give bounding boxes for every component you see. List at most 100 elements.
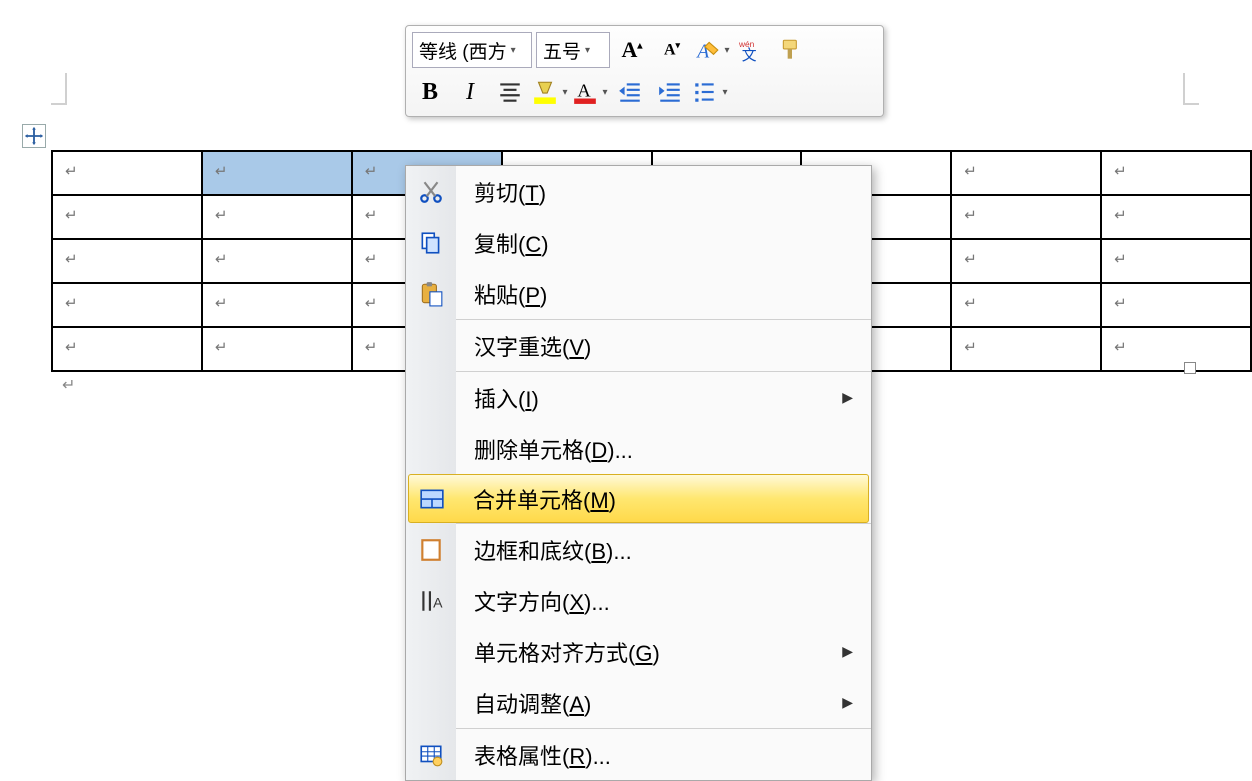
table-cell[interactable]: ↵↵: [1101, 327, 1251, 371]
merge-cells-icon: [419, 486, 445, 512]
menu-paste-key: P: [525, 283, 540, 308]
menu-text-direction[interactable]: A 文字方向(X)...: [406, 575, 871, 626]
ellipsis: ...: [593, 744, 611, 769]
increase-indent-icon: [657, 79, 683, 105]
menu-paste-label: 粘贴: [474, 283, 518, 308]
shrink-font-icon: A▾: [664, 40, 680, 59]
copy-icon: [418, 230, 444, 256]
svg-text:文: 文: [742, 47, 757, 63]
menu-insert-key: I: [525, 387, 531, 412]
bold-button[interactable]: B: [412, 75, 448, 109]
table-resize-handle[interactable]: [1184, 362, 1196, 374]
cut-icon: [418, 179, 444, 205]
table-cell[interactable]: ↵: [52, 195, 202, 239]
svg-text:A: A: [578, 80, 592, 100]
pinyin-icon: wén 文: [739, 37, 765, 63]
italic-button[interactable]: I: [452, 75, 488, 109]
decrease-indent-icon: [617, 79, 643, 105]
menu-autofit-label: 自动调整: [474, 692, 562, 717]
chevron-down-icon: ▾: [602, 87, 607, 98]
table-cell[interactable]: ↵: [52, 283, 202, 327]
menu-insert[interactable]: 插入(I) ▶: [406, 372, 871, 423]
menu-borders-key: B: [591, 539, 606, 564]
chevron-down-icon: ▾: [724, 45, 729, 56]
menu-delete-cells[interactable]: 删除单元格(D)...: [406, 423, 871, 474]
chevron-down-icon: ▾: [511, 45, 516, 56]
table-cell[interactable]: ↵: [202, 283, 352, 327]
font-name-value: 等线 (西方: [419, 37, 507, 64]
menu-borders-shading[interactable]: 边框和底纹(B)...: [406, 524, 871, 575]
menu-delete-cells-key: D: [591, 438, 607, 463]
table-cell[interactable]: ↵: [951, 283, 1101, 327]
table-props-icon: [418, 742, 444, 768]
menu-merge-cells[interactable]: 合并单元格(M): [408, 474, 869, 523]
increase-indent-button[interactable]: [652, 75, 688, 109]
submenu-arrow-icon: ▶: [842, 694, 853, 711]
menu-table-props-key: R: [569, 744, 585, 769]
center-align-icon: [497, 79, 523, 105]
table-cell[interactable]: ↵↵: [1101, 283, 1251, 327]
font-size-select[interactable]: 五号 ▾: [536, 32, 610, 68]
menu-cell-alignment-label: 单元格对齐方式: [474, 641, 628, 666]
format-painter-button[interactable]: [774, 33, 810, 67]
font-size-value: 五号: [543, 37, 581, 64]
menu-cell-alignment-key: G: [635, 641, 652, 666]
menu-cut[interactable]: 剪切(T): [406, 166, 871, 217]
table-cell[interactable]: ↵↵: [1101, 239, 1251, 283]
decrease-indent-button[interactable]: [612, 75, 648, 109]
table-cell[interactable]: ↵: [52, 239, 202, 283]
shrink-font-button[interactable]: A▾: [654, 33, 690, 67]
format-painter-icon: [779, 37, 805, 63]
pinyin-guide-button[interactable]: wén 文: [734, 33, 770, 67]
bold-icon: B: [422, 79, 438, 106]
font-color-button[interactable]: A ▾: [572, 75, 608, 109]
menu-text-direction-label: 文字方向: [474, 590, 562, 615]
bullets-button[interactable]: ▾: [692, 75, 728, 109]
font-name-select[interactable]: 等线 (西方 ▾: [412, 32, 532, 68]
menu-reconvert-label: 汉字重选: [474, 335, 562, 360]
menu-text-direction-key: X: [569, 590, 584, 615]
table-move-handle[interactable]: [22, 124, 46, 148]
context-menu: 剪切(T) 复制(C) 粘贴(P) 汉字重选(V) 插入(I) ▶: [405, 165, 872, 781]
menu-reconvert[interactable]: 汉字重选(V): [406, 320, 871, 371]
ruler-corner-right: [1183, 73, 1199, 105]
table-cell[interactable]: ↵: [951, 327, 1101, 371]
mini-toolbar: 等线 (西方 ▾ 五号 ▾ A▴ A▾ A ▾ wén 文: [405, 25, 884, 117]
table-cell[interactable]: ↵: [951, 195, 1101, 239]
table-cell[interactable]: ↵↵: [1101, 195, 1251, 239]
ellipsis: ...: [591, 590, 609, 615]
ruler-corner-left: [51, 73, 67, 105]
center-align-button[interactable]: [492, 75, 528, 109]
highlight-button[interactable]: ▾: [532, 75, 568, 109]
chevron-down-icon: ▾: [722, 87, 727, 98]
menu-autofit-key: A: [569, 692, 584, 717]
table-cell[interactable]: ↵: [202, 195, 352, 239]
table-cell[interactable]: ↵↵: [1101, 151, 1251, 195]
chevron-down-icon: ▾: [585, 45, 590, 56]
menu-cell-alignment[interactable]: 单元格对齐方式(G) ▶: [406, 626, 871, 677]
font-color-icon: A: [572, 79, 598, 105]
italic-icon: I: [466, 79, 474, 106]
ellipsis: ...: [613, 539, 631, 564]
menu-table-props[interactable]: 表格属性(R)...: [406, 729, 871, 780]
menu-autofit[interactable]: 自动调整(A) ▶: [406, 677, 871, 728]
menu-copy[interactable]: 复制(C): [406, 217, 871, 268]
table-cell[interactable]: ↵: [52, 151, 202, 195]
move-icon: [23, 123, 45, 149]
svg-text:A: A: [433, 594, 443, 610]
styles-button[interactable]: A ▾: [694, 33, 730, 67]
menu-merge-cells-key: M: [590, 488, 608, 513]
table-cell[interactable]: ↵: [951, 239, 1101, 283]
table-cell[interactable]: ↵: [202, 327, 352, 371]
grow-font-button[interactable]: A▴: [614, 33, 650, 67]
table-cell[interactable]: ↵: [202, 239, 352, 283]
menu-paste[interactable]: 粘贴(P): [406, 268, 871, 319]
paste-icon: [418, 281, 444, 307]
table-cell[interactable]: ↵: [202, 151, 352, 195]
borders-icon: [418, 537, 444, 563]
table-cell[interactable]: ↵: [951, 151, 1101, 195]
submenu-arrow-icon: ▶: [842, 389, 853, 406]
menu-insert-label: 插入: [474, 387, 518, 412]
grow-font-icon: A▴: [622, 37, 643, 63]
table-cell[interactable]: ↵: [52, 327, 202, 371]
